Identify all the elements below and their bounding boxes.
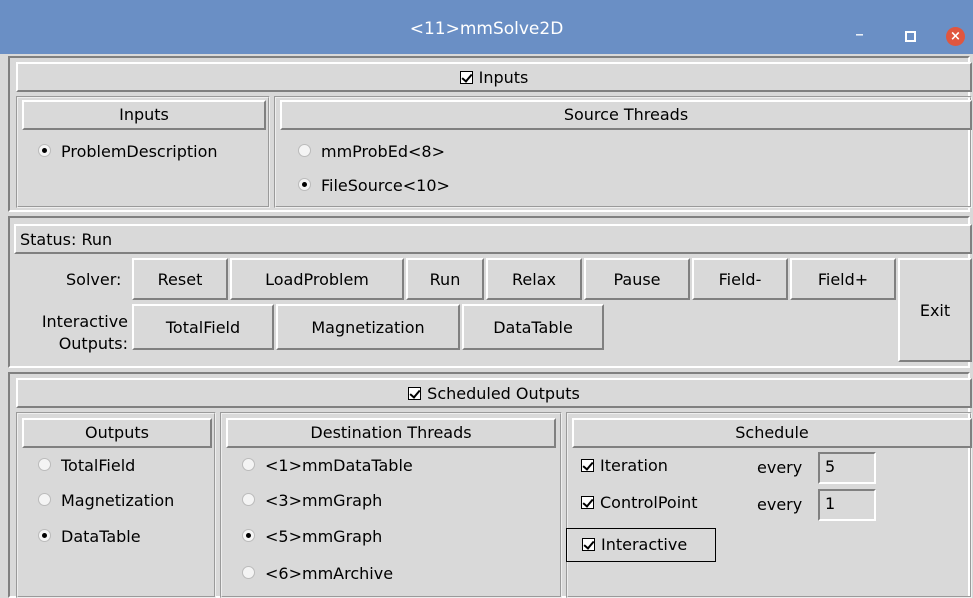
schedule-header-label: Schedule: [735, 423, 809, 442]
run-button[interactable]: Run: [406, 258, 484, 300]
destination-label: <5>mmGraph: [265, 527, 383, 546]
iteration-every-label: every: [757, 458, 803, 477]
destination-mmdatatable[interactable]: <1>mmDataTable: [242, 456, 413, 475]
destination-mmarchive[interactable]: <6>mmArchive: [242, 564, 393, 583]
radio-icon[interactable]: [38, 529, 51, 542]
radio-icon[interactable]: [242, 458, 255, 471]
schedule-controlpoint[interactable]: ControlPoint: [581, 493, 698, 512]
inputs-header: Inputs: [22, 100, 266, 130]
datatable-button[interactable]: DataTable: [462, 304, 604, 350]
destination-mmgraph-5[interactable]: <5>mmGraph: [242, 527, 382, 546]
input-problemdescription[interactable]: ProblemDescription: [38, 142, 218, 161]
output-datatable[interactable]: DataTable: [38, 527, 141, 546]
output-label: TotalField: [61, 456, 136, 475]
source-threads-header-label: Source Threads: [563, 105, 689, 124]
output-totalfield[interactable]: TotalField: [38, 456, 135, 475]
source-mmprobed[interactable]: mmProbEd<8>: [298, 142, 445, 161]
radio-icon[interactable]: [38, 144, 51, 157]
output-label: Magnetization: [61, 491, 175, 510]
title-bar: <11>mmSolve2D _ ×: [0, 0, 973, 54]
input-label: ProblemDescription: [61, 142, 218, 161]
destination-label: <3>mmGraph: [265, 491, 383, 510]
schedule-iteration[interactable]: Iteration: [581, 456, 668, 475]
radio-icon[interactable]: [298, 178, 311, 191]
loadproblem-button[interactable]: LoadProblem: [230, 258, 404, 300]
schedule-label: Iteration: [600, 456, 668, 475]
relax-button[interactable]: Relax: [486, 258, 582, 300]
output-magnetization[interactable]: Magnetization: [38, 491, 174, 510]
destination-mmgraph-3[interactable]: <3>mmGraph: [242, 491, 382, 510]
schedule-label: ControlPoint: [600, 493, 698, 512]
magnetization-button[interactable]: Magnetization: [276, 304, 460, 350]
field-plus-button[interactable]: Field+: [790, 258, 896, 300]
destination-label: <1>mmDataTable: [265, 456, 413, 475]
source-label: mmProbEd<8>: [321, 142, 445, 161]
radio-icon[interactable]: [38, 493, 51, 506]
solver-label: Solver:: [66, 270, 122, 289]
scheduled-toggle-label: Scheduled Outputs: [427, 384, 580, 403]
totalfield-button[interactable]: TotalField: [132, 304, 274, 350]
outputs-label-line2: Outputs:: [58, 334, 128, 353]
radio-icon[interactable]: [38, 458, 51, 471]
outputs-label-line1: Interactive: [41, 312, 128, 331]
inputs-header-label: Inputs: [119, 105, 169, 124]
destination-threads-header-label: Destination Threads: [310, 423, 472, 442]
radio-icon[interactable]: [242, 493, 255, 506]
window-title: <11>mmSolve2D: [409, 19, 564, 39]
inputs-checkbox[interactable]: [459, 71, 473, 84]
output-label: DataTable: [61, 527, 141, 546]
exit-button[interactable]: Exit: [898, 258, 972, 362]
schedule-interactive[interactable]: Interactive: [566, 528, 716, 562]
scheduled-toggle-bar[interactable]: Scheduled Outputs: [16, 378, 972, 408]
iteration-every-input[interactable]: 5: [818, 452, 876, 484]
outputs-header-label: Outputs: [85, 423, 149, 442]
schedule-label: Interactive: [601, 535, 688, 554]
close-icon[interactable]: ×: [946, 27, 965, 46]
checkbox-icon[interactable]: [581, 459, 594, 472]
source-filesource[interactable]: FileSource<10>: [298, 176, 450, 195]
controlpoint-every-label: every: [757, 495, 803, 514]
source-label: FileSource<10>: [321, 176, 450, 195]
scheduled-checkbox[interactable]: [408, 387, 422, 400]
status-bar: Status: Run: [14, 224, 972, 254]
radio-icon[interactable]: [298, 144, 311, 157]
checkbox-icon[interactable]: [581, 496, 594, 509]
inputs-toggle-bar[interactable]: Inputs: [16, 62, 972, 92]
status-text: Status: Run: [20, 230, 113, 249]
pause-button[interactable]: Pause: [584, 258, 690, 300]
checkbox-icon[interactable]: [582, 538, 595, 551]
outputs-header: Outputs: [22, 418, 212, 448]
destination-label: <6>mmArchive: [265, 564, 394, 583]
controlpoint-every-input[interactable]: 1: [818, 489, 876, 521]
destination-threads-header: Destination Threads: [226, 418, 556, 448]
radio-icon[interactable]: [242, 566, 255, 579]
inputs-toggle-label: Inputs: [478, 68, 529, 87]
field-minus-button[interactable]: Field-: [692, 258, 788, 300]
source-threads-header: Source Threads: [280, 100, 972, 130]
minimize-icon[interactable]: _: [856, 20, 863, 36]
radio-icon[interactable]: [242, 529, 255, 542]
schedule-header: Schedule: [572, 418, 972, 448]
interactive-outputs-label: Interactive Outputs:: [18, 311, 128, 355]
maximize-icon[interactable]: [905, 31, 916, 42]
reset-button[interactable]: Reset: [132, 258, 228, 300]
